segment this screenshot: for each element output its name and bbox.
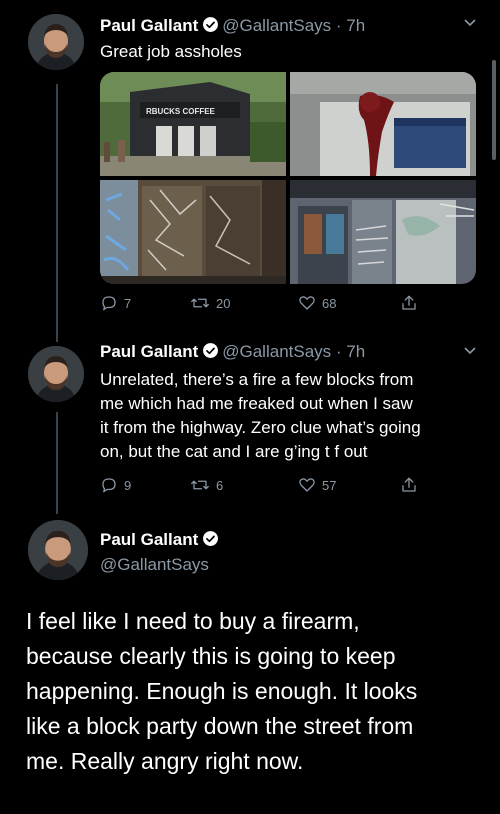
reply-count: 7 (124, 295, 132, 311)
tweet-text-line: Unrelated, there’s a fire a few blocks f… (100, 370, 414, 389)
scrollbar[interactable] (492, 60, 496, 160)
tweet-text-line: because clearly this is going to keep (26, 643, 396, 669)
media-grid[interactable]: RBUCKS COFFEE (100, 72, 476, 284)
like-button[interactable]: 57 (298, 476, 336, 494)
main-tweet-header: Paul Gallant (100, 530, 222, 552)
timestamp[interactable]: · 7h (336, 342, 365, 361)
tweet-text: Unrelated, there’s a fire a few blocks f… (100, 368, 480, 464)
tweet-text-line: happening. Enough is enough. It looks (26, 678, 418, 704)
verified-badge-icon (202, 16, 219, 38)
display-name[interactable]: Paul Gallant (100, 16, 198, 35)
retweet-icon (191, 298, 209, 308)
display-name[interactable]: Paul Gallant (100, 530, 198, 549)
media-photo-graffiti[interactable] (290, 180, 476, 284)
reply-icon (102, 478, 116, 493)
retweet-button[interactable]: 20 (190, 294, 230, 312)
tweet-text-line: on, but the cat and I are g’ing t f out (100, 442, 368, 461)
display-name[interactable]: Paul Gallant (100, 342, 198, 361)
tweet-text-line: it from the highway. Zero clue what’s go… (100, 418, 421, 437)
retweet-icon (191, 480, 209, 490)
tweet-actions: 9 6 57 (100, 476, 430, 500)
avatar[interactable] (28, 346, 84, 402)
thread-line (56, 412, 58, 514)
chevron-down-icon[interactable] (462, 342, 478, 363)
like-count: 68 (322, 295, 337, 311)
avatar[interactable] (28, 520, 88, 580)
share-button[interactable] (400, 294, 424, 312)
media-photo-broken-window[interactable] (100, 180, 286, 284)
reply-button[interactable]: 7 (100, 294, 131, 312)
media-photo-kiosk[interactable] (290, 72, 476, 176)
handle[interactable]: @GallantSays (222, 16, 331, 35)
share-icon (402, 295, 416, 310)
tweet-text-line: me which had me freaked out when I saw (100, 394, 413, 413)
avatar[interactable] (28, 14, 84, 70)
like-icon (299, 478, 315, 492)
like-icon (299, 296, 315, 310)
tweet-header: Paul Gallant @GallantSays · 7h (100, 16, 365, 38)
like-button[interactable]: 68 (298, 294, 336, 312)
share-icon (402, 477, 416, 492)
tweet-text-line: like a block party down the street from (26, 713, 414, 739)
chevron-down-icon[interactable] (462, 14, 478, 35)
tweet-actions: 7 20 68 (100, 294, 430, 318)
tweet-text-line: I feel like I need to buy a firearm, (26, 608, 360, 634)
thread-line (56, 84, 58, 342)
verified-badge-icon (202, 342, 219, 364)
tweet-text-line: me. Really angry right now. (26, 748, 304, 774)
reply-count: 9 (124, 477, 132, 493)
reply-button[interactable]: 9 (100, 476, 131, 494)
media-photo-storefront[interactable]: RBUCKS COFFEE (100, 72, 286, 176)
main-tweet-text: I feel like I need to buy a firearm, bec… (26, 604, 486, 779)
storefront-sign: RBUCKS COFFEE (146, 107, 216, 116)
retweet-count: 20 (216, 295, 231, 311)
handle[interactable]: @GallantSays (222, 342, 331, 361)
share-button[interactable] (400, 476, 424, 494)
timestamp[interactable]: · 7h (336, 16, 365, 35)
reply-icon (102, 296, 116, 311)
retweet-count: 6 (216, 477, 224, 493)
tweet-text: Great job assholes (100, 42, 242, 61)
verified-badge-icon (202, 530, 219, 552)
retweet-button[interactable]: 6 (190, 476, 223, 494)
like-count: 57 (322, 477, 337, 493)
handle[interactable]: @GallantSays (100, 555, 209, 575)
tweet-header: Paul Gallant @GallantSays · 7h (100, 342, 365, 364)
